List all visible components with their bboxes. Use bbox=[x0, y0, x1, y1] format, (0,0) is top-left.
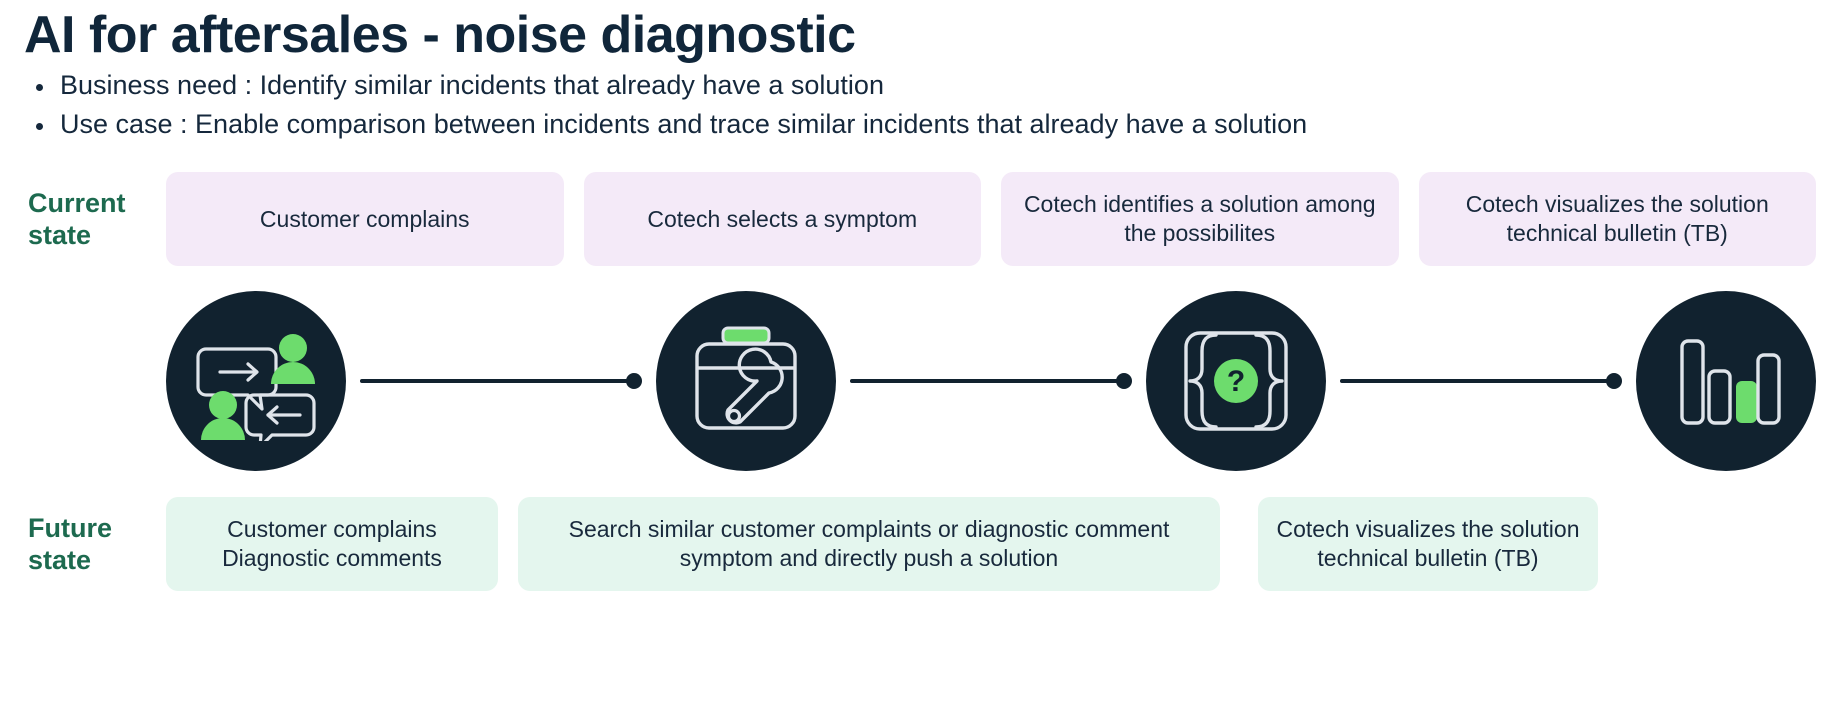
page-title: AI for aftersales - noise diagnostic bbox=[24, 6, 856, 64]
bullet-use-case: Use case : Enable comparison between inc… bbox=[24, 107, 1816, 143]
current-state-label: Current state bbox=[28, 188, 126, 251]
future-state-label: Future state bbox=[28, 513, 112, 576]
connector-dot bbox=[1116, 372, 1132, 389]
connector-3 bbox=[1326, 372, 1636, 389]
future-card-1[interactable]: Customer complains Diagnostic comments bbox=[166, 497, 498, 592]
connector-dot bbox=[1606, 372, 1622, 389]
connector-line bbox=[1340, 378, 1608, 383]
brackets-question-icon: ? bbox=[1146, 290, 1326, 471]
icon-slot-3: ? bbox=[1146, 290, 1326, 471]
current-card-2[interactable]: Cotech selects a symptom bbox=[583, 172, 981, 267]
slide-root: AI for aftersales - noise diagnostic Bus… bbox=[0, 6, 1840, 714]
icon-slot-2 bbox=[656, 290, 836, 471]
current-state-cards: Customer complains Cotech selects a symp… bbox=[166, 172, 1816, 267]
connector-line bbox=[360, 378, 628, 383]
future-state-cards: Customer complains Diagnostic comments S… bbox=[166, 497, 1816, 592]
bar-chart-icon bbox=[1636, 290, 1816, 471]
future-card-2[interactable]: Search similar customer complaints or di… bbox=[518, 497, 1220, 592]
connector-line bbox=[850, 378, 1118, 383]
bullet-list: Business need : Identify similar inciden… bbox=[24, 68, 1816, 142]
connector-1 bbox=[346, 372, 656, 389]
current-card-3[interactable]: Cotech identifies a solution among the p… bbox=[1001, 172, 1399, 267]
bullet-business-need: Business need : Identify similar inciden… bbox=[24, 68, 1816, 104]
current-card-1[interactable]: Customer complains bbox=[166, 172, 564, 267]
people-chat-icon bbox=[166, 290, 346, 471]
future-card-3[interactable]: Cotech visualizes the solution technical… bbox=[1258, 497, 1598, 592]
current-state-row: Current state Customer complains Cotech … bbox=[24, 172, 1816, 267]
icon-slot-1 bbox=[166, 290, 346, 471]
current-card-4[interactable]: Cotech visualizes the solution technical… bbox=[1418, 172, 1816, 267]
icon-slot-4 bbox=[1636, 290, 1816, 471]
future-state-row: Future state Customer complains Diagnost… bbox=[24, 497, 1816, 592]
connector-2 bbox=[836, 372, 1146, 389]
process-icon-band: ? bbox=[24, 278, 1816, 483]
toolbox-wrench-icon bbox=[656, 290, 836, 471]
connector-dot bbox=[626, 372, 642, 389]
svg-text:?: ? bbox=[1227, 365, 1245, 398]
